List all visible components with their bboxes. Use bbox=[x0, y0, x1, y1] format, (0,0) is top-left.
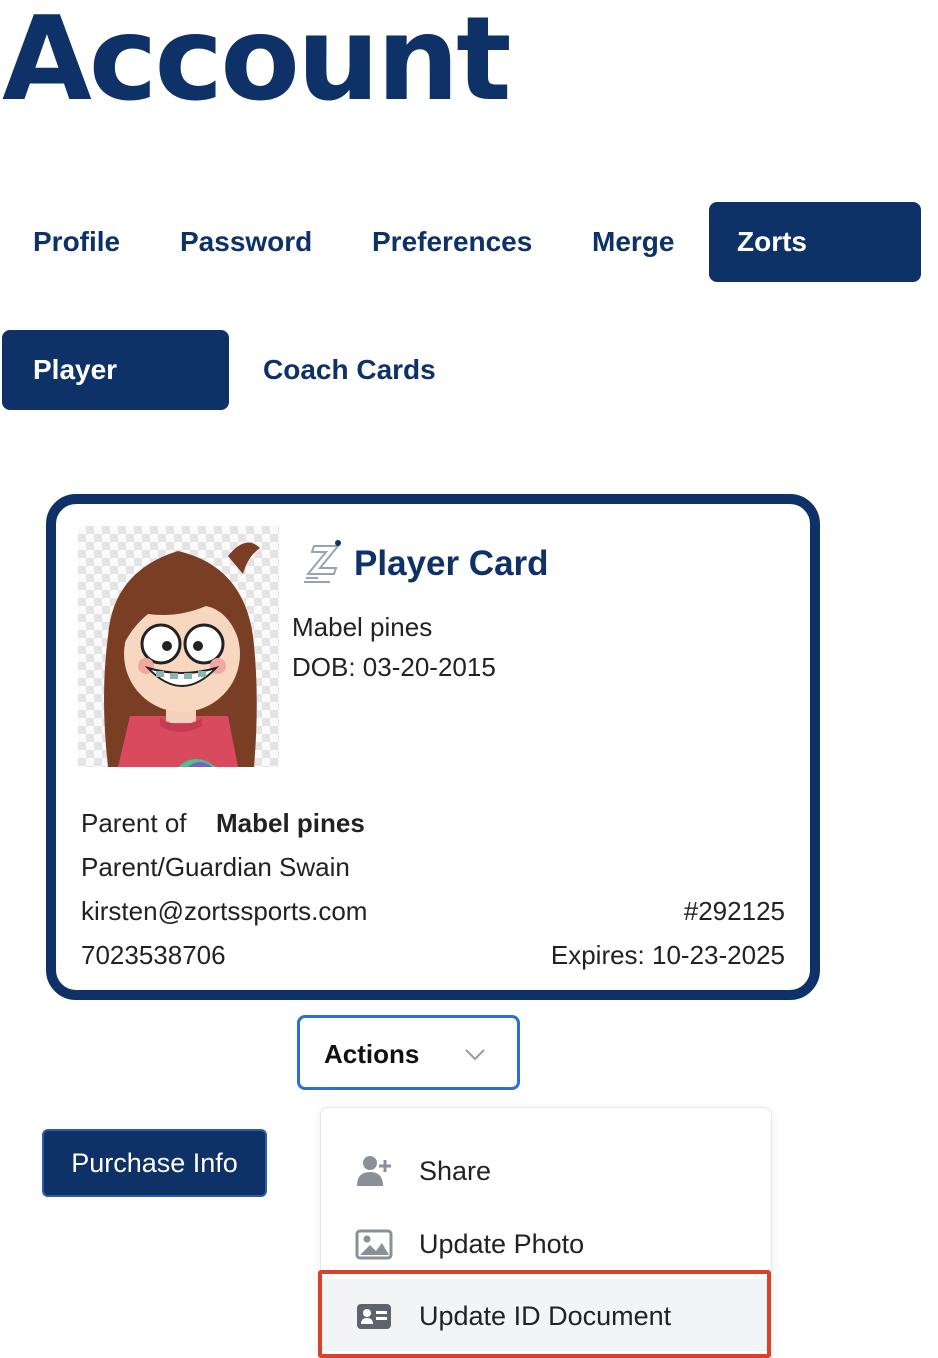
menu-item-update-id-document[interactable]: Update ID Document bbox=[321, 1279, 773, 1351]
menu-item-label: Update ID Document bbox=[419, 1301, 672, 1331]
card-number: #292125 bbox=[683, 896, 785, 926]
chevron-down-icon bbox=[465, 1049, 485, 1061]
subtab-player-cards[interactable]: Player Cards bbox=[2, 330, 229, 465]
parent-of-label: Parent of bbox=[81, 808, 187, 838]
player-photo bbox=[78, 526, 279, 767]
tab-profile[interactable]: Profile bbox=[33, 202, 120, 282]
tab-password[interactable]: Password bbox=[180, 202, 312, 282]
purchase-info-button[interactable]: Purchase Info bbox=[42, 1129, 267, 1197]
tab-zorts-cards[interactable]: Zorts Cards bbox=[709, 202, 921, 337]
image-icon bbox=[355, 1229, 393, 1260]
menu-item-update-photo[interactable]: Update Photo bbox=[321, 1207, 773, 1279]
player-name: Mabel pines bbox=[292, 612, 433, 642]
guardian-email: kirsten@zortssports.com bbox=[81, 896, 368, 926]
zorts-logo-icon bbox=[304, 540, 341, 583]
menu-item-label: Share bbox=[419, 1156, 492, 1186]
account-tabs: Profile Password Preferences Merge Zorts… bbox=[0, 202, 938, 337]
card-expiration: Expires: 10-23-2025 bbox=[550, 940, 785, 970]
actions-menu: Share Update Photo Update ID Document bbox=[320, 1107, 773, 1358]
menu-item-share[interactable]: Share bbox=[321, 1134, 773, 1206]
guardian-phone: 7023538706 bbox=[81, 940, 226, 970]
guardian-name: Parent/Guardian Swain bbox=[81, 852, 350, 882]
tab-preferences[interactable]: Preferences bbox=[372, 202, 532, 282]
subtab-coach-cards[interactable]: Coach Cards bbox=[263, 330, 436, 410]
actions-label: Actions bbox=[324, 1039, 420, 1069]
card-title: Player Card bbox=[354, 544, 549, 583]
card-type-tabs: Player Cards Coach Cards bbox=[0, 330, 938, 465]
parent-of-name: Mabel pines bbox=[216, 808, 365, 838]
player-avatar bbox=[104, 542, 260, 767]
id-card-icon bbox=[357, 1304, 391, 1329]
page-title: Account bbox=[2, 0, 512, 127]
tab-merge[interactable]: Merge bbox=[592, 202, 674, 282]
menu-item-label: Update Photo bbox=[419, 1229, 585, 1259]
user-plus-icon bbox=[357, 1156, 391, 1186]
player-dob: DOB: 03-20-2015 bbox=[292, 652, 496, 682]
actions-dropdown-button[interactable]: Actions bbox=[297, 1015, 520, 1090]
player-card: Player Card Mabel pines DOB: 03-20-2015 … bbox=[46, 494, 820, 1000]
